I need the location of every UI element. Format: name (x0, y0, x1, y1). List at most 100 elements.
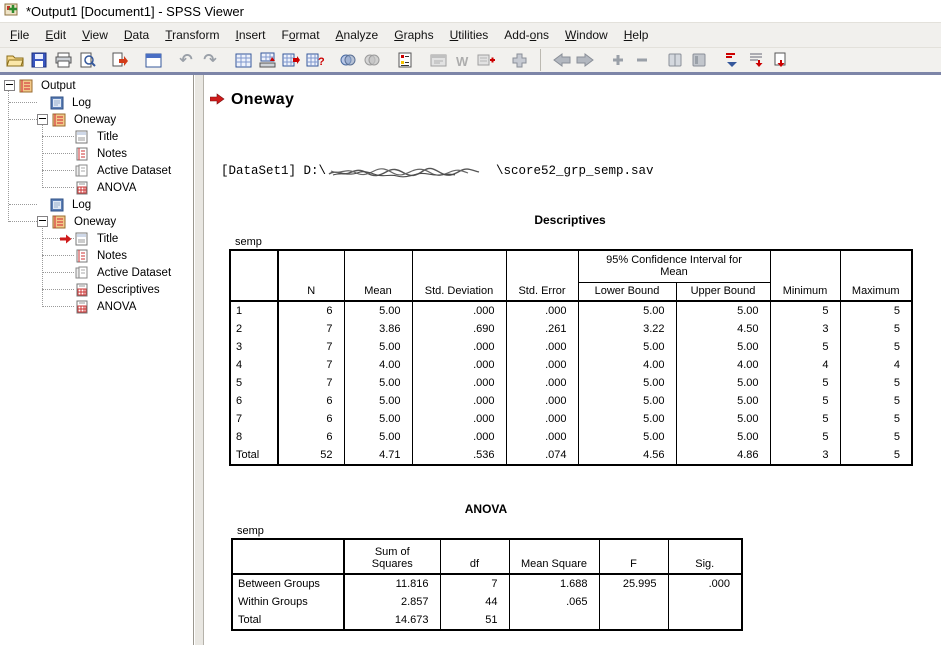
menu-window[interactable]: Window (557, 25, 616, 45)
menu-analyze[interactable]: Analyze (328, 25, 387, 45)
tree-item-notes[interactable]: Notes (0, 247, 193, 264)
tree-item-label: Active Dataset (95, 165, 173, 177)
value-cell: 5 (840, 338, 912, 356)
value-cell: 5 (770, 301, 840, 320)
menu-utilities[interactable]: Utilities (442, 25, 497, 45)
value-cell: 5.00 (676, 338, 770, 356)
tree-connector (8, 90, 9, 222)
column-header-empty (232, 539, 344, 574)
collapse-expander-icon[interactable] (4, 80, 15, 91)
tree-item-anova[interactable]: ANOVA (0, 179, 193, 196)
goto-data-icon[interactable] (279, 49, 303, 71)
value-cell: .261 (506, 320, 578, 338)
recall-dialogs-icon[interactable] (141, 49, 165, 71)
save-icon[interactable] (27, 49, 51, 71)
title-bar: *Output1 [Document1] - SPSS Viewer (0, 0, 941, 22)
merge-files-icon[interactable] (360, 49, 384, 71)
column-header-sum-of-squares: Sum of Squares (344, 539, 440, 574)
anova-table[interactable]: Sum of Squares df Mean Square F Sig. Bet… (231, 538, 743, 631)
column-header-std-error: Std. Error (506, 250, 578, 301)
pane-splitter[interactable] (194, 75, 204, 645)
dataset-icon (75, 164, 90, 178)
row-label-cell: 1 (230, 301, 278, 320)
row-label-cell: 3 (230, 338, 278, 356)
use-sets-icon[interactable] (393, 49, 417, 71)
promote-demote-icon[interactable] (720, 49, 744, 71)
split-file-icon[interactable] (426, 49, 450, 71)
tree-item-output[interactable]: Output (0, 77, 193, 94)
value-cell: 4 (840, 356, 912, 374)
hide-output-icon[interactable] (687, 49, 711, 71)
tree-item-active-dataset[interactable]: Active Dataset (0, 264, 193, 281)
print-preview-icon[interactable] (75, 49, 99, 71)
collapse-expander-icon[interactable] (37, 216, 48, 227)
value-cell: 4.71 (344, 446, 412, 465)
table-icon (75, 300, 90, 314)
tree-item-oneway[interactable]: Oneway (0, 111, 193, 128)
row-label-cell: Within Groups (232, 593, 344, 611)
forward-icon[interactable] (573, 49, 597, 71)
tree-item-notes[interactable]: Notes (0, 145, 193, 162)
insert-heading-icon[interactable] (744, 49, 768, 71)
title-icon (75, 130, 90, 144)
value-cell: 52 (278, 446, 344, 465)
export-output-icon[interactable] (108, 49, 132, 71)
goto-case-icon[interactable] (255, 49, 279, 71)
anova-layer-label: semp (231, 525, 741, 537)
collapse-expander-icon[interactable] (37, 114, 48, 125)
title-icon (75, 232, 90, 246)
menu-transform[interactable]: Transform (157, 25, 227, 45)
designate-window-icon[interactable] (507, 49, 531, 71)
tree-item-descriptives[interactable]: Descriptives (0, 281, 193, 298)
tree-item-title[interactable]: Title (0, 230, 193, 247)
tree-connector (9, 204, 37, 205)
expand-icon[interactable] (606, 49, 630, 71)
menu-add-ons[interactable]: Add-ons (496, 25, 557, 45)
menu-insert[interactable]: Insert (227, 25, 273, 45)
toolbar: ↶↷? W (0, 48, 941, 72)
book-icon (52, 215, 67, 229)
show-output-icon[interactable] (663, 49, 687, 71)
descriptives-table[interactable]: N Mean Std. Deviation Std. Error 95% Con… (229, 249, 913, 466)
value-cell: .000 (506, 374, 578, 392)
back-icon[interactable] (549, 49, 573, 71)
print-icon[interactable] (51, 49, 75, 71)
menu-graphs[interactable]: Graphs (386, 25, 441, 45)
menu-view[interactable]: View (74, 25, 116, 45)
insert-text-icon[interactable] (768, 49, 792, 71)
tree-item-active-dataset[interactable]: Active Dataset (0, 162, 193, 179)
tree-item-oneway[interactable]: Oneway (0, 213, 193, 230)
value-cell: 6 (278, 392, 344, 410)
tree-item-log[interactable]: Log (0, 94, 193, 111)
tree-connector (42, 124, 43, 188)
value-cell: .000 (412, 301, 506, 320)
output-heading-oneway[interactable]: Oneway (210, 90, 941, 110)
tree-item-log[interactable]: Log (0, 196, 193, 213)
collapse-icon[interactable] (630, 49, 654, 71)
select-last-output-icon[interactable] (474, 49, 498, 71)
menu-format[interactable]: Format (274, 25, 328, 45)
value-cell: 4.00 (578, 356, 676, 374)
tree-item-anova[interactable]: ANOVA (0, 298, 193, 315)
value-cell: 6 (278, 428, 344, 446)
variables-icon[interactable]: ? (303, 49, 327, 71)
value-cell: 7 (278, 374, 344, 392)
menu-data[interactable]: Data (116, 25, 157, 45)
value-cell: .000 (506, 338, 578, 356)
table-row: 665.00.000.0005.005.0055 (230, 392, 912, 410)
menu-edit[interactable]: Edit (37, 25, 74, 45)
menu-file[interactable]: File (2, 25, 37, 45)
tree-item-label: ANOVA (95, 182, 138, 194)
goto-table-icon[interactable] (231, 49, 255, 71)
column-header-df: df (440, 539, 509, 574)
log-icon (50, 96, 65, 110)
redo-icon[interactable]: ↷ (198, 49, 222, 71)
menu-help[interactable]: Help (616, 25, 657, 45)
dataset-path-text[interactable]: [DataSet1] D:\\score52_grp_semp.sav (221, 164, 941, 178)
select-cases-icon[interactable] (336, 49, 360, 71)
book-icon (52, 113, 67, 127)
open-icon[interactable] (3, 49, 27, 71)
tree-item-title[interactable]: Title (0, 128, 193, 145)
weight-cases-icon[interactable]: W (450, 49, 474, 71)
undo-icon[interactable]: ↶ (174, 49, 198, 71)
